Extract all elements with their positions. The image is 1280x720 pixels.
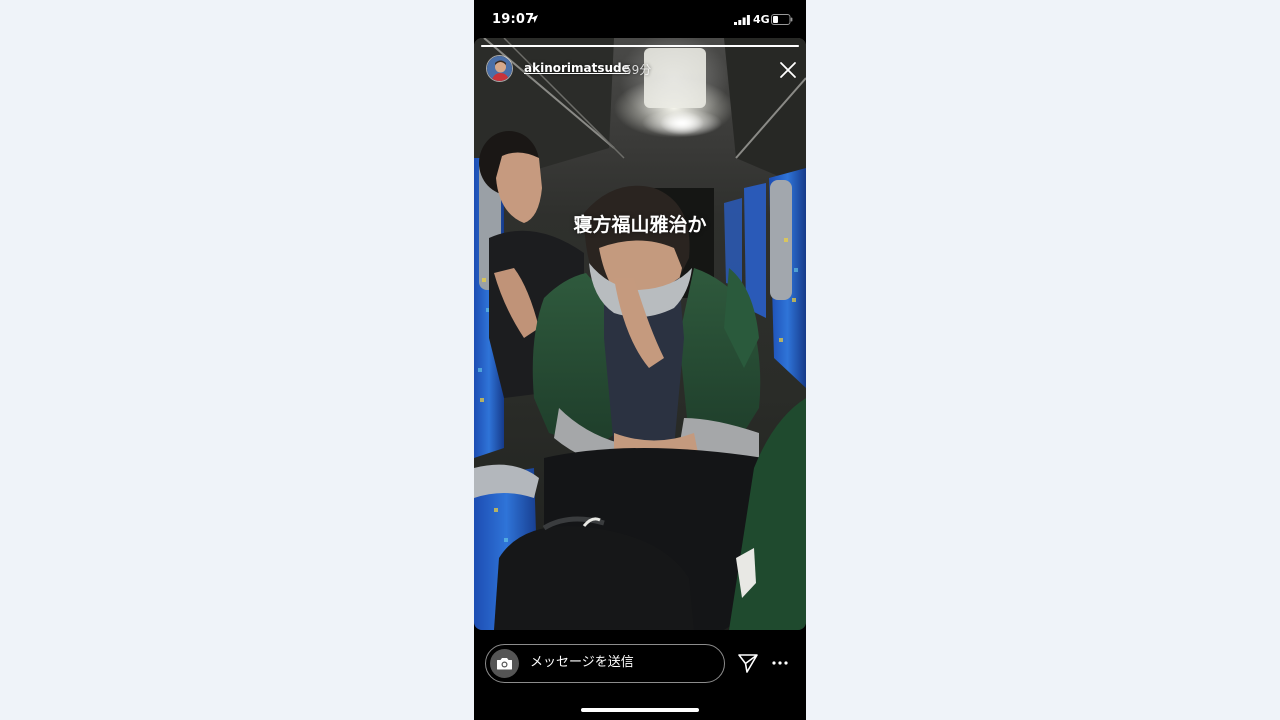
- story-caption: 寝方福山雅治か: [573, 214, 707, 236]
- story-progress-bar: [481, 45, 799, 47]
- story-progress-fill: [481, 45, 799, 47]
- signal-bars-icon: [734, 15, 750, 25]
- more-icon[interactable]: [771, 655, 789, 671]
- story-photo: [474, 38, 806, 630]
- close-icon[interactable]: [776, 58, 800, 82]
- camera-icon: [497, 658, 512, 670]
- message-input[interactable]: [530, 655, 710, 670]
- phone-frame: 19:07 4G akinorimatsude 59分 寝方福山雅治か メッセー…: [474, 0, 806, 720]
- status-bar: 19:07 4G: [474, 0, 806, 40]
- camera-button[interactable]: [490, 649, 519, 678]
- story-view[interactable]: akinorimatsude 59分 寝方福山雅治か: [474, 38, 806, 630]
- home-indicator[interactable]: [581, 708, 699, 712]
- avatar[interactable]: [486, 55, 513, 82]
- battery-icon: [771, 14, 793, 25]
- message-bar: [485, 644, 725, 683]
- story-time-ago: 59分: [624, 63, 652, 77]
- story-username[interactable]: akinorimatsude: [524, 61, 630, 75]
- location-arrow-icon: [530, 15, 538, 23]
- send-icon[interactable]: [737, 652, 759, 674]
- network-label: 4G: [753, 13, 770, 26]
